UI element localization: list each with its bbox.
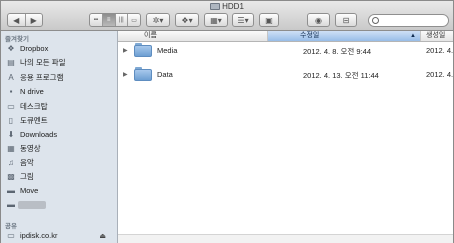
window-title: HDD1: [1, 2, 453, 13]
dropbox-menu-button[interactable]: ❖▾: [175, 13, 199, 27]
quick-look-button[interactable]: ◉: [307, 13, 330, 27]
sidebar-item-label: 음악: [20, 158, 34, 167]
folder-icon: [134, 43, 152, 57]
window-title-text: HDD1: [222, 2, 244, 11]
documents-icon: ▯: [8, 116, 14, 125]
sort-ascending-icon: ▲: [410, 33, 416, 39]
coverflow-view-icon: ▭: [131, 17, 137, 24]
list-view-icon: ≡: [106, 17, 111, 23]
sidebar-item-ipdisk[interactable]: ▭ ipdisk.co.kr ⏏: [6, 230, 114, 241]
share-icon: ☰▾: [237, 15, 249, 25]
sidebar-item-desktop[interactable]: ▭ 데스크탑: [6, 101, 48, 112]
desktop-icon: ▭: [7, 102, 15, 111]
sidebar-item-movies[interactable]: ▦ 동영상: [6, 143, 41, 154]
connect-button[interactable]: ⊟: [335, 13, 357, 27]
column-name[interactable]: 이름: [118, 31, 268, 41]
pictures-icon: ▩: [7, 172, 15, 181]
column-created-label: 생성일: [426, 32, 446, 39]
sidebar-item-dropbox[interactable]: ❖ Dropbox: [6, 43, 48, 54]
folder-icon: [134, 67, 152, 81]
gear-icon: ✲▾: [152, 15, 164, 25]
favorites-heading: 즐겨찾기: [5, 36, 29, 43]
column-modified[interactable]: 수정일 ▲: [268, 31, 421, 41]
sidebar-item-all-files[interactable]: ▤ 나의 모든 파일: [6, 57, 66, 68]
folder-icon: ▬: [7, 200, 15, 209]
sidebar-item-label: N drive: [20, 87, 44, 96]
icon-view-icon: ▪▪: [93, 17, 98, 23]
file-modified: 2012. 4. 13. 오전 11:44: [303, 71, 379, 80]
server-icon: ▭: [7, 231, 15, 240]
column-header: 이름 수정일 ▲ 생성일: [118, 31, 453, 42]
movies-icon: ▦: [7, 144, 15, 153]
hard-disk-icon: [210, 3, 221, 10]
column-view-icon: |||: [119, 17, 124, 23]
file-created: 2012. 4. 8.: [426, 46, 454, 55]
sidebar-item-label: 도큐멘트: [20, 116, 48, 125]
shared-heading: 공유: [5, 223, 17, 230]
icon-view-button[interactable]: ▪▪: [90, 14, 103, 26]
sidebar-item-label: 응용 프로그램: [20, 73, 64, 82]
sidebar: 즐겨찾기 ❖ Dropbox ▤ 나의 모든 파일 A 응용 프로그램 ▪ N driv…: [1, 31, 118, 243]
sidebar-item-label: 동영상: [20, 144, 41, 153]
column-view-button[interactable]: |||: [116, 14, 129, 26]
file-created: 2012. 4. 1: [426, 70, 454, 79]
ndrive-icon: ▪: [9, 87, 13, 96]
share-button[interactable]: ☰▾: [232, 13, 254, 27]
all-files-icon: ▤: [7, 58, 15, 67]
arrange-button[interactable]: ▦▾: [204, 13, 228, 27]
sidebar-item-label: Move: [20, 186, 39, 195]
search-icon: [372, 17, 379, 24]
back-button[interactable]: ◀: [8, 14, 26, 26]
redacted-label: [18, 200, 46, 209]
new-folder-button[interactable]: ▣: [259, 13, 279, 27]
forward-icon: ▶: [30, 15, 37, 25]
disclosure-triangle-icon[interactable]: ▶: [123, 47, 128, 54]
dropbox-icon: ❖▾: [181, 15, 193, 25]
back-forward-control: ◀ ▶: [7, 13, 43, 27]
eject-icon[interactable]: ⏏: [99, 232, 106, 240]
sidebar-item-music[interactable]: ♫ 음악: [6, 157, 34, 168]
sidebar-item-ndrive[interactable]: ▪ N drive: [6, 86, 44, 97]
file-name: Media: [157, 46, 178, 55]
view-mode-control: ▪▪ ≡ ||| ▭: [89, 13, 141, 27]
sidebar-item-label: 나의 모든 파일: [20, 58, 66, 67]
dropbox-icon: ❖: [7, 44, 15, 53]
back-icon: ◀: [13, 15, 20, 25]
table-row[interactable]: ▶ Data 2012. 4. 13. 오전 11:44 2012. 4. 1: [118, 67, 454, 84]
arrange-icon: ▦▾: [210, 15, 222, 25]
sidebar-item-label: Dropbox: [20, 44, 49, 53]
toolbar: HDD1 ◀ ▶ ▪▪ ≡ ||| ▭ ✲▾ ❖▾ ▦▾ ☰▾ ▣ ◉ ⊟: [1, 1, 453, 31]
sidebar-item-downloads[interactable]: ⬇ Downloads: [6, 129, 57, 140]
forward-button[interactable]: ▶: [26, 14, 43, 26]
sidebar-item-label: 데스크탑: [20, 102, 48, 111]
sidebar-item-redacted[interactable]: ▬: [6, 199, 46, 210]
finder-window: HDD1 ◀ ▶ ▪▪ ≡ ||| ▭ ✲▾ ❖▾ ▦▾ ☰▾ ▣ ◉ ⊟ 즐겨…: [0, 0, 454, 243]
file-name: Data: [157, 70, 173, 79]
action-button[interactable]: ✲▾: [146, 13, 170, 27]
downloads-icon: ⬇: [7, 130, 15, 139]
applications-icon: A: [8, 73, 14, 82]
column-created[interactable]: 생성일: [421, 31, 453, 41]
sidebar-item-documents[interactable]: ▯ 도큐멘트: [6, 115, 48, 126]
table-row[interactable]: ▶ Media 2012. 4. 8. 오전 9:44 2012. 4. 8.: [118, 43, 454, 60]
search-field[interactable]: [368, 14, 449, 27]
list-view-button[interactable]: ≡: [102, 14, 116, 26]
connect-icon: ⊟: [342, 15, 350, 25]
sidebar-item-label: 그림: [20, 172, 34, 181]
sidebar-item-move[interactable]: ▬ Move: [6, 185, 38, 196]
column-name-label: 이름: [144, 32, 157, 39]
column-modified-label: 수정일: [300, 32, 320, 39]
eye-icon: ◉: [315, 15, 322, 25]
file-modified: 2012. 4. 8. 오전 9:44: [303, 47, 372, 56]
horizontal-scrollbar[interactable]: [118, 234, 453, 243]
sidebar-item-label: Downloads: [20, 130, 58, 139]
sidebar-item-applications[interactable]: A 응용 프로그램: [6, 72, 63, 83]
disclosure-triangle-icon[interactable]: ▶: [123, 71, 128, 78]
coverflow-view-button[interactable]: ▭: [128, 14, 140, 26]
new-folder-icon: ▣: [265, 15, 273, 25]
sidebar-item-pictures[interactable]: ▩ 그림: [6, 171, 34, 182]
sidebar-item-label: ipdisk.co.kr: [20, 231, 58, 240]
folder-icon: ▬: [7, 186, 15, 195]
music-icon: ♫: [8, 158, 14, 167]
